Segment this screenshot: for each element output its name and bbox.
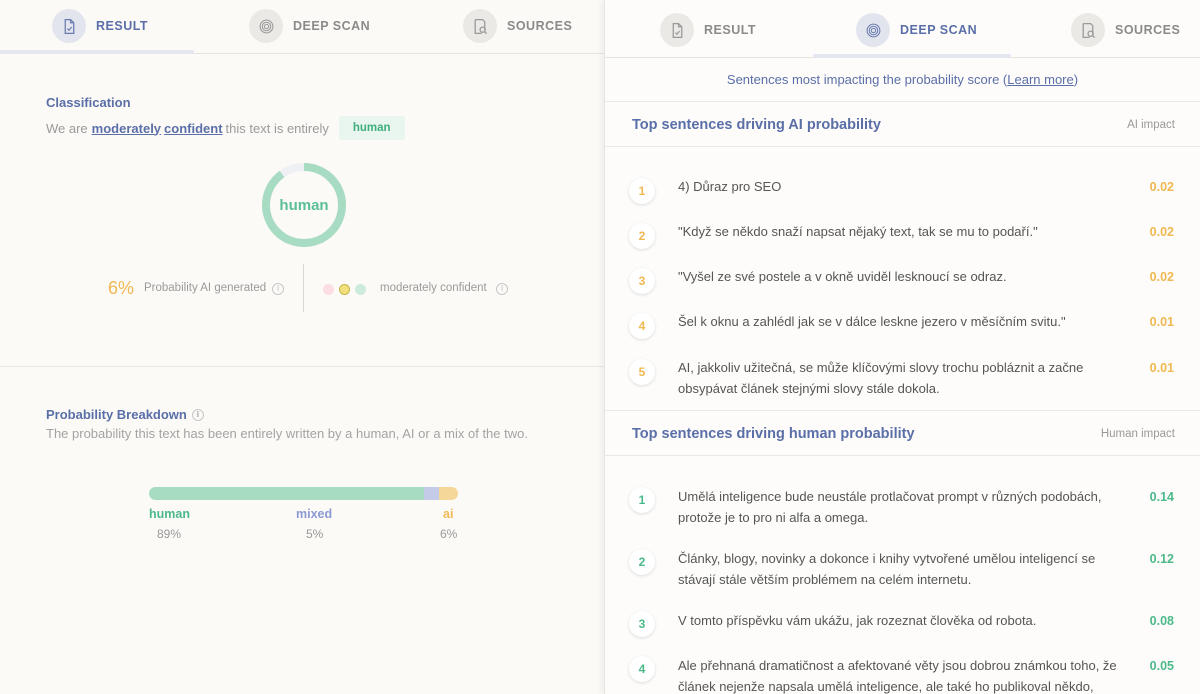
tab-sources-label: SOURCES	[507, 19, 573, 33]
sentence-rank: 1	[629, 178, 655, 204]
active-tab-indicator	[813, 54, 1011, 58]
sentence-rank: 3	[629, 611, 655, 637]
info-icon[interactable]: i	[496, 283, 508, 295]
confidence-dots	[323, 284, 366, 295]
ai-section-title: Top sentences driving AI probability	[632, 117, 881, 133]
sentence-impact-value: 0.01	[1149, 361, 1174, 375]
deep-scan-description-text: Sentences most impacting the probability…	[726, 72, 1008, 87]
fingerprint-icon	[249, 9, 283, 43]
vertical-divider	[303, 264, 304, 312]
sentence-rank: 2	[629, 549, 655, 575]
confident-link[interactable]: confident	[164, 121, 223, 136]
probability-row: 6% Probability AI generated i moderately…	[0, 278, 604, 308]
left-tab-bar: RESULT DEEP SCAN SOURCES	[0, 0, 604, 54]
document-icon	[660, 13, 694, 47]
sentence-text: 4) Důraz pro SEO	[678, 179, 782, 194]
deep-scan-description-end: )	[1073, 72, 1079, 87]
sentence-impact-value: 0.02	[1149, 225, 1174, 239]
donut-label: human	[279, 196, 329, 214]
sentence-text: V tomto příspěvku vám ukážu, jak rozezna…	[678, 613, 1037, 628]
bar-segment-ai	[439, 487, 458, 500]
sentence-impact-value: 0.02	[1149, 180, 1174, 194]
ai-probability-label: Probability AI generated	[144, 282, 267, 294]
active-tab-indicator	[0, 50, 194, 54]
sentence-rank: 4	[629, 656, 655, 682]
sentence-rank: 5	[629, 359, 655, 385]
sentence-text: Ale přehnaná dramatičnost a afektované v…	[678, 658, 1117, 694]
document-icon	[52, 9, 86, 43]
sentence-text: "Vyšel ze své postele a v okně uviděl le…	[678, 269, 1007, 284]
deep-scan-description: Sentences most impacting the probability…	[605, 72, 1200, 87]
classification-prefix: We are	[46, 120, 88, 136]
sentence-rank: 1	[629, 487, 655, 513]
info-icon[interactable]: i	[272, 283, 284, 295]
confidence-dot-low	[323, 284, 334, 295]
sentence-text: Šel k oknu a zahlédl jak se v dálce lesk…	[678, 314, 1066, 329]
breakdown-ai-label: ai	[443, 507, 454, 521]
classification-suffix: this text is entirely	[225, 120, 329, 136]
tab-result-label: RESULT	[704, 23, 757, 37]
tab-result[interactable]: RESULT	[660, 12, 756, 48]
tab-result-label: RESULT	[96, 19, 149, 33]
search-document-icon	[463, 9, 497, 43]
sentence-impact-value: 0.14	[1149, 490, 1174, 504]
tab-deep-scan[interactable]: DEEP SCAN	[856, 12, 977, 48]
sentence-rank: 3	[629, 268, 655, 294]
ai-probability-percent: 6%	[108, 278, 135, 298]
ai-sentences-header: Top sentences driving AI probability AI …	[605, 101, 1200, 147]
sentence-impact-value: 0.01	[1149, 315, 1174, 329]
sentence-impact-value: 0.08	[1149, 614, 1174, 628]
classification-sentence: We are moderately confident this text is…	[46, 116, 405, 140]
tab-deep-scan[interactable]: DEEP SCAN	[249, 8, 370, 44]
confidence-dot-moderate	[339, 284, 350, 295]
sentence-impact-value: 0.02	[1149, 270, 1174, 284]
classification-badge: human	[338, 116, 405, 140]
fingerprint-icon	[856, 13, 890, 47]
tab-sources-label: SOURCES	[1115, 23, 1181, 37]
tab-deep-scan-label: DEEP SCAN	[293, 19, 371, 33]
breakdown-title-row: Probability Breakdown i	[46, 407, 204, 422]
breakdown-ai-pct: 6%	[440, 527, 458, 541]
deep-scan-panel: RESULT DEEP SCAN SOURCES Sentences most …	[604, 0, 1200, 694]
human-section-title: Top sentences driving human probability	[632, 426, 915, 442]
sentence-impact-value: 0.05	[1149, 659, 1174, 673]
classification-title: Classification	[46, 95, 131, 110]
tab-deep-scan-label: DEEP SCAN	[900, 23, 978, 37]
human-impact-label: Human impact	[1100, 428, 1175, 440]
moderately-link[interactable]: moderately	[92, 121, 161, 136]
sentence-text: "Když se někdo snaží napsat nějaký text,…	[678, 224, 1038, 239]
tab-sources[interactable]: SOURCES	[1071, 12, 1180, 48]
tab-sources[interactable]: SOURCES	[463, 8, 572, 44]
section-divider	[0, 366, 604, 367]
sentence-rank: 2	[629, 223, 655, 249]
breakdown-human-label: human	[149, 507, 190, 521]
sentence-text: Umělá inteligence bude neustále protlačo…	[678, 489, 1102, 525]
learn-more-link[interactable]: Learn more	[1007, 72, 1073, 87]
breakdown-title: Probability Breakdown	[46, 407, 187, 422]
breakdown-mixed-label: mixed	[296, 507, 333, 521]
bar-segment-human	[149, 487, 424, 500]
search-document-icon	[1071, 13, 1105, 47]
confidence-dot-high	[355, 284, 366, 295]
info-icon[interactable]: i	[191, 408, 204, 421]
bar-segment-mixed	[424, 487, 440, 500]
sentence-impact-value: 0.12	[1149, 552, 1174, 566]
breakdown-subtitle: The probability this text has been entir…	[46, 426, 528, 441]
human-sentences-header: Top sentences driving human probability …	[605, 410, 1200, 456]
sentence-text: AI, jakkoliv užitečná, se může klíčovými…	[678, 360, 1084, 396]
confidence-label: moderately confident	[380, 282, 487, 294]
breakdown-bar	[149, 487, 458, 500]
breakdown-human-pct: 89%	[157, 527, 182, 541]
right-tab-bar: RESULT DEEP SCAN SOURCES	[605, 0, 1200, 58]
tab-result[interactable]: RESULT	[52, 8, 148, 44]
sentence-text: Články, blogy, novinky a dokonce i knihy…	[678, 551, 1096, 587]
ai-impact-label: AI impact	[1127, 119, 1175, 131]
breakdown-mixed-pct: 5%	[306, 527, 324, 541]
result-panel: RESULT DEEP SCAN SOURCES Classification …	[0, 0, 604, 694]
sentence-rank: 4	[629, 313, 655, 339]
